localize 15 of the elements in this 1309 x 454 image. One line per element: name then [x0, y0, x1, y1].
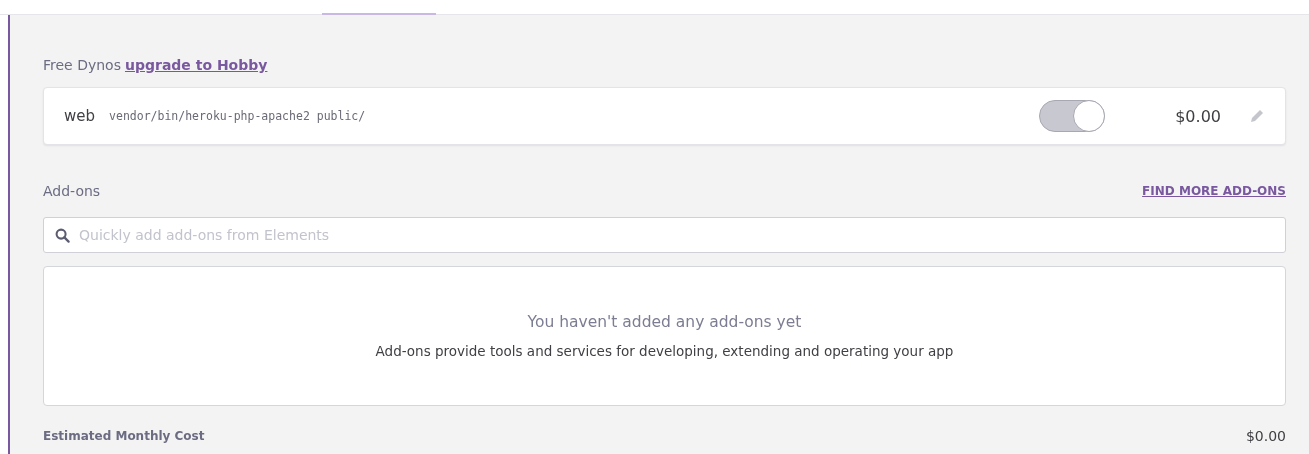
cost-label: Estimated Monthly Cost — [43, 429, 205, 443]
empty-title: You haven't added any add-ons yet — [527, 313, 802, 331]
upgrade-link[interactable]: upgrade to Hobby — [124, 57, 268, 73]
section-title: Add-ons — [43, 183, 101, 199]
search-icon — [55, 228, 70, 243]
edit-icon[interactable] — [1249, 108, 1265, 124]
dyno-name: web — [64, 107, 96, 125]
find-more-link[interactable]: FIND MORE ADD-ONS — [1142, 184, 1286, 198]
dyno-toggle[interactable] — [1039, 100, 1106, 132]
dyno-command: vendor/bin/heroku-php-apache2 public/ — [109, 109, 367, 123]
search-field[interactable]: Quickly add add-ons from Elements — [43, 217, 1286, 253]
empty-text: Add-ons provide tools and services for developing, extending and operating your app — [375, 343, 954, 359]
cost-value: $0.00 — [1245, 428, 1286, 444]
section-title: Free Dynos — [43, 57, 121, 73]
dyno-price: $0.00 — [1175, 106, 1221, 126]
